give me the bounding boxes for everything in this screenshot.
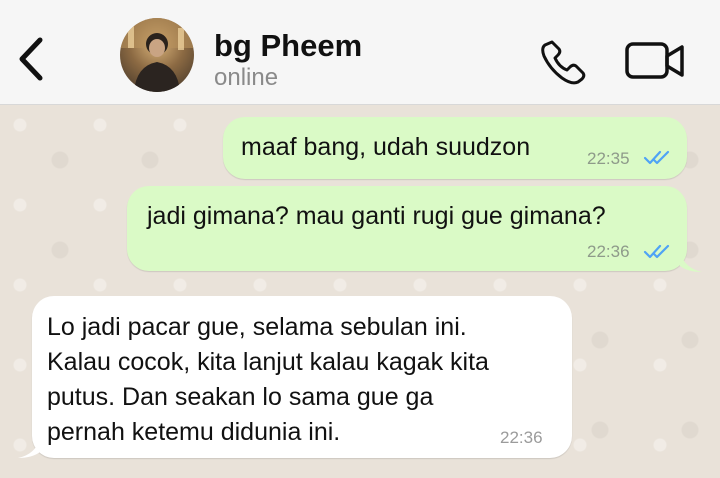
back-button[interactable] bbox=[12, 34, 52, 84]
message-time: 22:36 bbox=[500, 428, 543, 447]
bubble-tail bbox=[18, 438, 40, 458]
chevron-left-icon bbox=[19, 37, 43, 81]
person-silhouette-icon bbox=[120, 18, 194, 92]
voice-call-button[interactable] bbox=[538, 36, 588, 86]
message-bubble-incoming[interactable]: Lo jadi pacar gue, selama sebulan ini. K… bbox=[32, 296, 572, 458]
bubble-tail bbox=[680, 252, 702, 272]
message-time: 22:35 bbox=[587, 149, 630, 168]
message-bubble-outgoing[interactable]: jadi gimana? mau ganti rugi gue gimana? … bbox=[127, 186, 687, 271]
message-line: Kalau cocok, kita lanjut kalau kagak kit… bbox=[47, 348, 489, 376]
message-text: jadi gimana? mau ganti rugi gue gimana? bbox=[147, 202, 606, 230]
message-time: 22:36 bbox=[587, 242, 630, 261]
avatar[interactable] bbox=[120, 18, 194, 92]
phone-icon bbox=[541, 40, 586, 85]
message-line: putus. Dan seakan lo sama gue ga bbox=[47, 383, 434, 411]
video-call-button[interactable] bbox=[624, 38, 686, 84]
video-camera-icon bbox=[625, 42, 684, 79]
contact-status: online bbox=[214, 64, 279, 91]
contact-name[interactable]: bg Pheem bbox=[214, 28, 362, 64]
double-check-icon bbox=[643, 150, 670, 165]
double-check-icon bbox=[643, 244, 670, 259]
message-line: pernah ketemu didunia ini. bbox=[47, 418, 341, 446]
message-bubble-outgoing[interactable]: maaf bang, udah suudzon 22:35 bbox=[223, 117, 687, 179]
message-line: Lo jadi pacar gue, selama sebulan ini. bbox=[47, 313, 467, 341]
chat-header: bg Pheem online bbox=[0, 0, 720, 105]
message-text: maaf bang, udah suudzon bbox=[241, 133, 531, 161]
